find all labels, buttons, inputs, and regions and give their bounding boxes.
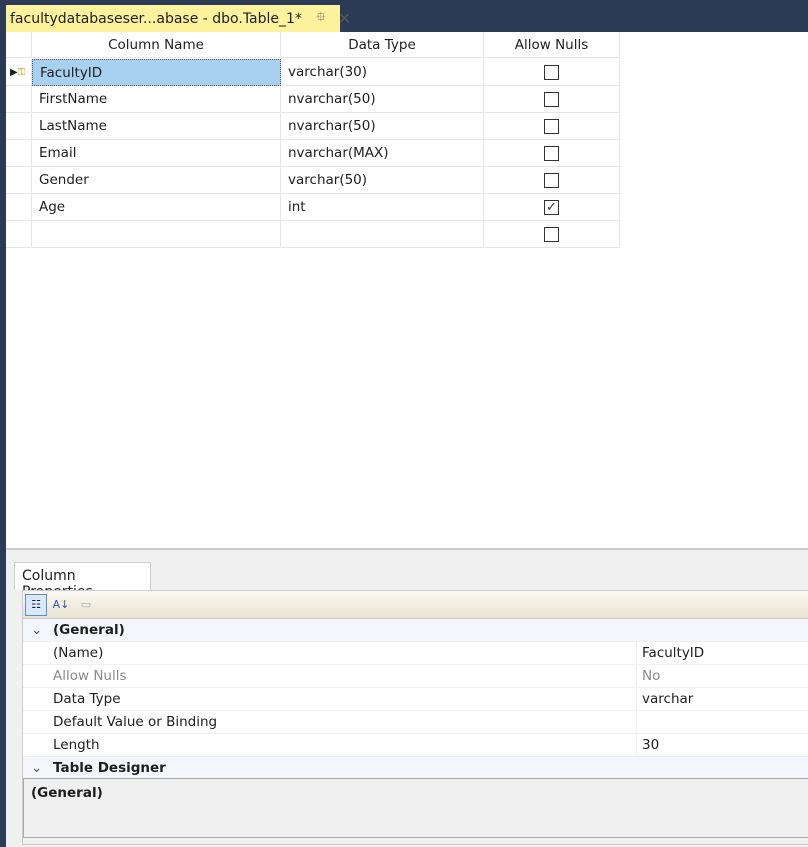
column-name-cell[interactable]: FacultyID bbox=[32, 59, 281, 86]
tab-column-properties[interactable]: Column Properties bbox=[14, 562, 151, 600]
properties-toolbar: ☷ A↓ ▭ bbox=[23, 591, 808, 619]
row-selector[interactable] bbox=[6, 221, 32, 248]
property-row[interactable]: (Name) FacultyID bbox=[23, 642, 808, 665]
allow-nulls-cell bbox=[484, 140, 620, 167]
data-type-cell[interactable] bbox=[281, 221, 484, 248]
table-row[interactable] bbox=[6, 221, 620, 248]
column-name-cell[interactable]: FirstName bbox=[32, 86, 281, 113]
document-tab[interactable]: facultydatabaseser...abase - dbo.Table_1… bbox=[6, 5, 351, 32]
property-pages-icon[interactable]: ▭ bbox=[75, 594, 97, 616]
property-row[interactable]: Data Type varchar bbox=[23, 688, 808, 711]
row-selector[interactable] bbox=[6, 113, 32, 140]
row-selector[interactable]: ▶⚿ bbox=[6, 59, 32, 86]
column-properties-panel: Column Properties ☷ A↓ ▭ ⌄(General) (Nam… bbox=[6, 548, 808, 847]
close-icon[interactable]: ✕ bbox=[338, 9, 351, 28]
allow-nulls-checkbox[interactable] bbox=[544, 64, 559, 80]
property-name: (Name) bbox=[23, 642, 637, 664]
table-row[interactable]: Age int ✓ bbox=[6, 194, 620, 221]
table-row[interactable]: Gender varchar(50) bbox=[6, 167, 620, 194]
grid-header: Column Name Data Type Allow Nulls bbox=[6, 32, 620, 59]
pin-icon[interactable]: ⯐ bbox=[316, 8, 326, 30]
data-type-cell[interactable]: nvarchar(MAX) bbox=[281, 140, 484, 167]
row-selector[interactable] bbox=[6, 194, 32, 221]
table-row[interactable]: ▶⚿ FacultyID varchar(30) bbox=[6, 59, 620, 86]
categorized-icon[interactable]: ☷ bbox=[25, 593, 47, 616]
property-description: (General) bbox=[23, 778, 808, 838]
property-name: Default Value or Binding bbox=[23, 711, 637, 733]
sort-alphabetical-icon[interactable]: A↓ bbox=[50, 594, 72, 616]
property-value[interactable]: 30 bbox=[637, 737, 659, 753]
property-row[interactable]: Length 30 bbox=[23, 734, 808, 757]
chevron-down-icon[interactable]: ⌄ bbox=[31, 622, 53, 638]
column-name-cell[interactable] bbox=[32, 221, 281, 248]
category-table-designer[interactable]: ⌄ Table Designer bbox=[23, 757, 808, 777]
allow-nulls-checkbox[interactable]: ✓ bbox=[544, 199, 559, 215]
column-name-cell[interactable]: LastName bbox=[32, 113, 281, 140]
property-value[interactable]: varchar bbox=[637, 691, 693, 707]
table-row[interactable]: FirstName nvarchar(50) bbox=[6, 86, 620, 113]
table-row[interactable]: Email nvarchar(MAX) bbox=[6, 140, 620, 167]
property-row[interactable]: Allow Nulls No bbox=[23, 665, 808, 688]
allow-nulls-cell bbox=[484, 167, 620, 194]
table-row[interactable]: LastName nvarchar(50) bbox=[6, 113, 620, 140]
allow-nulls-checkbox[interactable] bbox=[544, 226, 559, 242]
property-name: Data Type bbox=[23, 688, 637, 710]
row-header-corner bbox=[6, 32, 32, 58]
property-value[interactable]: FacultyID bbox=[637, 645, 704, 661]
allow-nulls-checkbox[interactable] bbox=[544, 118, 559, 134]
allow-nulls-cell bbox=[484, 59, 620, 86]
column-name-cell[interactable]: Email bbox=[32, 140, 281, 167]
header-allow-nulls: Allow Nulls bbox=[484, 32, 620, 58]
allow-nulls-cell bbox=[484, 221, 620, 248]
row-selector[interactable] bbox=[6, 86, 32, 113]
tab-title: facultydatabaseser...abase - dbo.Table_1… bbox=[10, 10, 302, 27]
data-type-cell[interactable]: varchar(30) bbox=[281, 59, 484, 86]
row-selector[interactable] bbox=[6, 167, 32, 194]
data-type-cell[interactable]: int bbox=[281, 194, 484, 221]
data-type-cell[interactable]: nvarchar(50) bbox=[281, 113, 484, 140]
column-name-cell[interactable]: Age bbox=[32, 194, 281, 221]
property-grid: ⌄ (General) (Name) FacultyID Allow Nulls No D… bbox=[23, 619, 808, 777]
property-row[interactable]: Default Value or Binding bbox=[23, 711, 808, 734]
allow-nulls-checkbox[interactable] bbox=[544, 91, 559, 107]
property-name: Allow Nulls bbox=[23, 665, 637, 687]
chevron-down-icon[interactable]: ⌄ bbox=[31, 760, 53, 776]
allow-nulls-cell: ✓ bbox=[484, 194, 620, 221]
header-column-name: Column Name bbox=[32, 32, 281, 58]
property-name: Length bbox=[23, 734, 637, 756]
columns-grid: Column Name Data Type Allow Nulls ▶⚿ Fac… bbox=[6, 32, 620, 248]
allow-nulls-cell bbox=[484, 86, 620, 113]
header-data-type: Data Type bbox=[281, 32, 484, 58]
column-name-cell[interactable]: Gender bbox=[32, 167, 281, 194]
allow-nulls-checkbox[interactable] bbox=[544, 145, 559, 161]
row-selector[interactable] bbox=[6, 140, 32, 167]
table-designer: Column Name Data Type Allow Nulls ▶⚿ Fac… bbox=[6, 32, 808, 847]
allow-nulls-cell bbox=[484, 113, 620, 140]
data-type-cell[interactable]: varchar(50) bbox=[281, 167, 484, 194]
category-general[interactable]: ⌄ (General) bbox=[23, 619, 808, 642]
primary-key-icon: ▶⚿ bbox=[10, 66, 26, 78]
property-value[interactable]: No bbox=[637, 668, 660, 684]
allow-nulls-checkbox[interactable] bbox=[544, 172, 559, 188]
data-type-cell[interactable]: nvarchar(50) bbox=[281, 86, 484, 113]
